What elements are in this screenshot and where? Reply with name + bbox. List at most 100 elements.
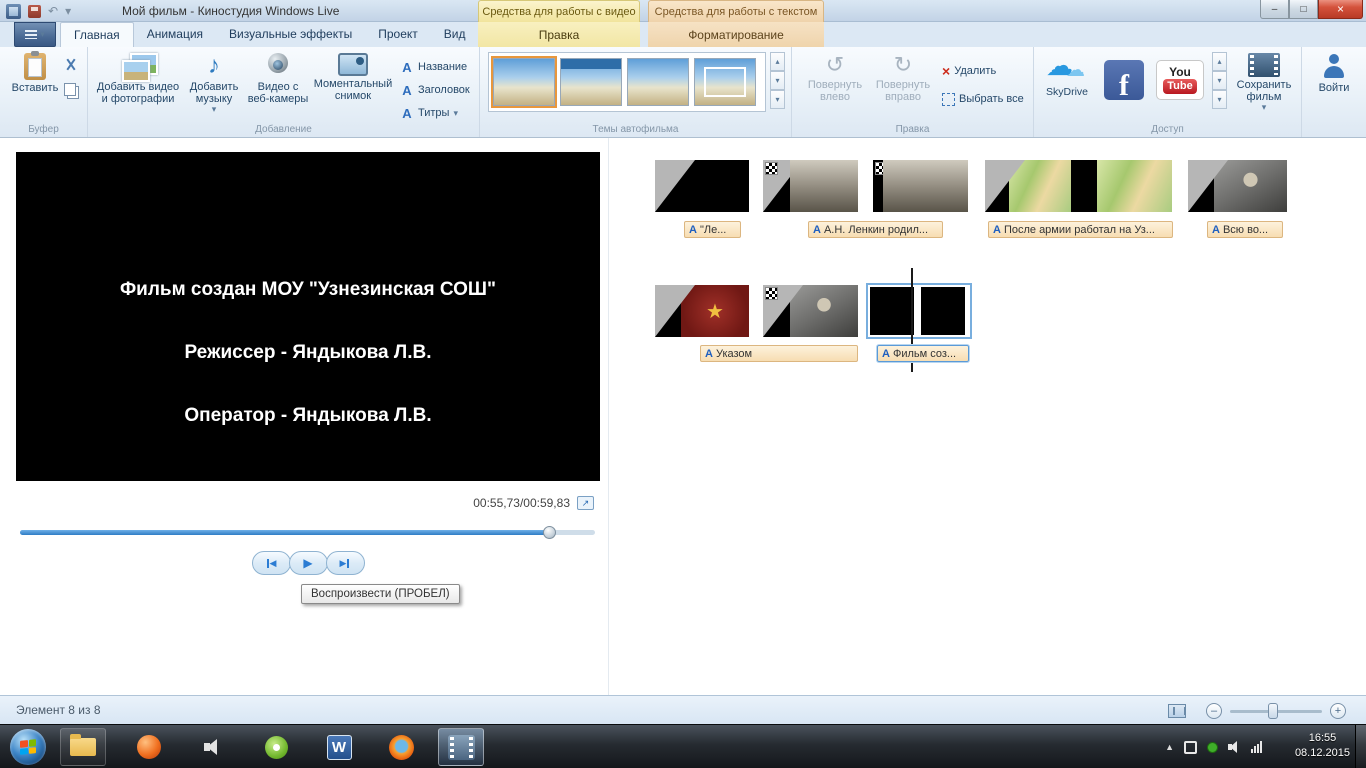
tab-view[interactable]: Вид	[431, 22, 479, 47]
title-slide-corner-icon	[655, 285, 695, 337]
copy-button[interactable]	[64, 79, 76, 99]
taskbar-moviemaker-button[interactable]	[438, 728, 484, 766]
zoom-out-button[interactable]: –	[1206, 703, 1222, 719]
fullscreen-preview-icon[interactable]: ↗	[577, 496, 594, 510]
minimize-button[interactable]: –	[1260, 0, 1289, 19]
clip-caption[interactable]: А "Ле...	[684, 221, 741, 238]
title-button[interactable]: А Название	[400, 57, 467, 77]
theme-default[interactable]	[491, 56, 557, 108]
start-button[interactable]	[10, 729, 46, 765]
sign-in-button[interactable]: Войти	[1308, 50, 1360, 120]
preview-title-line2: Режиссер - Яндыкова Л.В.	[184, 342, 432, 363]
add-videos-photos-button[interactable]: Добавить видео и фотографии	[94, 50, 182, 120]
tray-app-icon[interactable]	[1184, 740, 1197, 754]
prev-frame-bar-icon	[266, 558, 269, 568]
taskbar-volume-app-button[interactable]	[190, 728, 236, 766]
preview-storyboard-divider	[608, 138, 609, 695]
storyboard-clip-3[interactable]	[873, 160, 968, 212]
select-all-button[interactable]: Выбрать все	[942, 89, 1024, 109]
clip-photo	[883, 160, 968, 212]
tab-visual-effects[interactable]: Визуальные эффекты	[216, 22, 365, 47]
taskbar-clock[interactable]: 16:55 08.12.2015	[1295, 731, 1350, 761]
tray-network-icon[interactable]	[1251, 741, 1262, 753]
taskbar-word-button[interactable]: W	[316, 728, 362, 766]
tray-expand-icon[interactable]: ▲	[1165, 742, 1174, 752]
caption-button[interactable]: А Заголовок	[400, 80, 469, 100]
tab-format-text[interactable]: Форматирование	[648, 22, 824, 47]
paste-icon	[24, 51, 46, 80]
sharing-gallery-more-icon[interactable]: ▾	[1212, 90, 1227, 109]
storyboard-clip-4[interactable]	[985, 160, 1172, 212]
theme-contemporary[interactable]	[560, 58, 622, 106]
clip-caption[interactable]: А Указом	[700, 345, 858, 362]
thumbnail-size-slider[interactable]	[1230, 703, 1322, 719]
save-movie-button[interactable]: Сохранить фильм ▾	[1230, 50, 1298, 120]
preview-monitor[interactable]: Фильм создан МОУ "Узнезинская СОШ" Режис…	[16, 152, 600, 481]
file-menu-dropdown-icon: ▾	[40, 29, 45, 39]
seek-bar[interactable]	[20, 526, 595, 539]
snapshot-button[interactable]: Моментальный снимок	[312, 50, 394, 120]
previous-frame-button[interactable]: ◀	[251, 551, 291, 575]
sharing-scroll-up-icon[interactable]: ▴	[1212, 52, 1227, 71]
icq-flower-icon	[264, 735, 288, 759]
storyboard-clip-8-selected[interactable]	[866, 283, 972, 339]
storyboard-clip-5[interactable]	[1188, 160, 1287, 212]
taskbar-explorer-button[interactable]	[60, 728, 106, 766]
next-frame-button[interactable]: ▶	[325, 551, 365, 575]
facebook-button[interactable]: f	[1098, 50, 1150, 120]
theme-cinematic[interactable]	[627, 58, 689, 106]
themes-scroll-down-icon[interactable]: ▾	[770, 71, 785, 90]
taskbar-icq-button[interactable]	[253, 728, 299, 766]
storyboard-clip-1[interactable]	[655, 160, 749, 212]
window-title: Мой фильм - Киностудия Windows Live	[122, 4, 340, 18]
save-icon[interactable]	[28, 4, 41, 18]
skydrive-button[interactable]: ☁ ☁ SkyDrive	[1038, 50, 1096, 120]
close-button[interactable]: ×	[1318, 0, 1363, 19]
thumbnail-view-icon[interactable]	[1168, 704, 1186, 718]
file-menu-button[interactable]: ▾	[14, 22, 56, 47]
tab-home[interactable]: Главная	[60, 22, 134, 47]
tab-edit-video[interactable]: Правка	[478, 22, 640, 47]
add-music-button[interactable]: ♪ Добавить музыку ▾	[184, 50, 244, 120]
rotate-right-button[interactable]: ↻ Повернуть вправо	[870, 50, 936, 120]
clip-caption[interactable]: А А.Н. Ленкин родил...	[808, 221, 943, 238]
clip-caption[interactable]: А Всю во...	[1207, 221, 1283, 238]
add-music-label: Добавить музыку	[189, 81, 239, 105]
paste-button[interactable]: Вставить	[8, 50, 62, 120]
seek-bar-thumb[interactable]	[543, 526, 556, 539]
theme-fade[interactable]	[694, 58, 756, 106]
text-overlay-icon: А	[813, 223, 821, 236]
contextual-group-text: Средства для работы с текстом	[648, 0, 824, 22]
taskbar-browser-button[interactable]	[126, 728, 172, 766]
cut-button[interactable]	[64, 55, 78, 75]
zoom-in-button[interactable]: +	[1330, 703, 1346, 719]
youtube-button[interactable]: You Tube	[1152, 50, 1208, 120]
undo-icon[interactable]: ↶	[48, 5, 58, 17]
credits-button[interactable]: А Титры ▾	[400, 103, 458, 123]
maximize-button[interactable]: □	[1289, 0, 1318, 19]
storyboard-clip-6[interactable]: ★	[655, 285, 749, 337]
storyboard-clip-7[interactable]	[763, 285, 858, 337]
app-icon[interactable]	[6, 3, 21, 19]
qat-dropdown-icon[interactable]: ▾	[65, 5, 71, 17]
sharing-scroll-down-icon[interactable]: ▾	[1212, 71, 1227, 90]
clip-caption[interactable]: А После армии работал на Уз...	[988, 221, 1173, 238]
slider-thumb[interactable]	[1268, 703, 1278, 719]
delete-button[interactable]: × Удалить	[942, 61, 996, 81]
play-button[interactable]: ▶	[288, 551, 328, 575]
tab-animation[interactable]: Анимация	[134, 22, 216, 47]
tray-volume-icon[interactable]	[1228, 741, 1241, 753]
tray-status-icon[interactable]	[1207, 741, 1218, 753]
title-slide-corner-icon	[985, 160, 1025, 212]
themes-scroll-up-icon[interactable]: ▴	[770, 52, 785, 71]
clip-caption-selected[interactable]: А Фильм соз...	[877, 345, 969, 362]
themes-gallery-more-icon[interactable]: ▾	[770, 90, 785, 109]
taskbar-firefox-button[interactable]	[378, 728, 424, 766]
webcam-video-button[interactable]: Видео с веб-камеры	[246, 50, 310, 120]
storyboard-clip-2[interactable]	[763, 160, 858, 212]
delete-label: Удалить	[954, 65, 997, 77]
show-desktop-button[interactable]	[1355, 725, 1366, 768]
movie-maker-icon	[447, 734, 475, 760]
rotate-left-button[interactable]: ↺ Повернуть влево	[802, 50, 868, 120]
tab-project[interactable]: Проект	[365, 22, 431, 47]
